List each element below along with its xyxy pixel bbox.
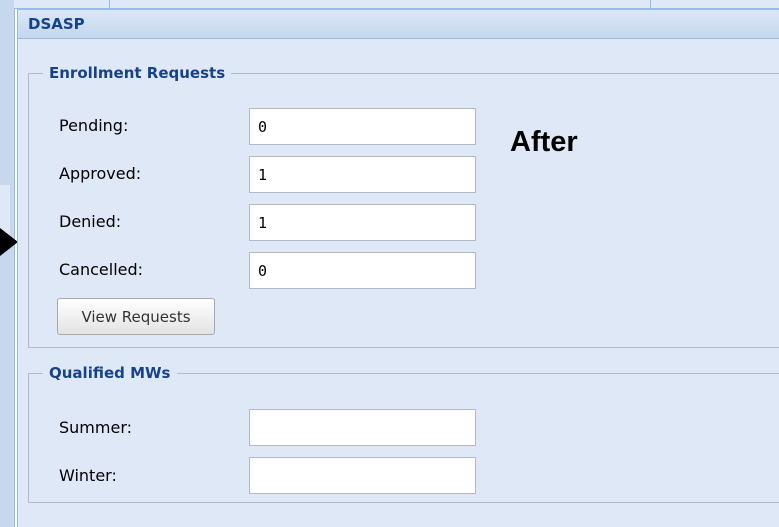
qualified-mws-fieldset: Qualified MWs Summer: Winter: [28,363,779,503]
cancelled-field[interactable] [249,252,476,289]
denied-field[interactable] [249,204,476,241]
pointer-arrow-icon [0,228,18,256]
view-requests-button[interactable]: View Requests [57,298,215,335]
panel-title: DSASP [18,10,779,39]
approved-label: Approved: [59,164,142,183]
dsasp-panel: DSASP Enrollment Requests Pending: Appro… [17,9,779,527]
pending-label: Pending: [59,116,129,135]
strip-divider [650,0,651,8]
denied-label: Denied: [59,212,122,231]
summer-field[interactable] [249,409,476,446]
screenshot-stage: DSASP Enrollment Requests Pending: Appro… [0,0,779,527]
qualified-mws-legend: Qualified MWs [43,363,177,383]
enrollment-requests-fieldset: Enrollment Requests Pending: Approved: D… [28,63,779,348]
background-window [0,0,15,527]
enrollment-requests-legend: Enrollment Requests [43,63,232,83]
cancelled-label: Cancelled: [59,260,144,279]
winter-label: Winter: [59,466,117,485]
approved-field[interactable] [249,156,476,193]
after-annotation: After [510,126,578,158]
pending-field[interactable] [249,108,476,145]
background-panel-strip [14,0,779,9]
strip-divider [109,0,110,8]
winter-field[interactable] [249,457,476,494]
summer-label: Summer: [59,418,132,437]
